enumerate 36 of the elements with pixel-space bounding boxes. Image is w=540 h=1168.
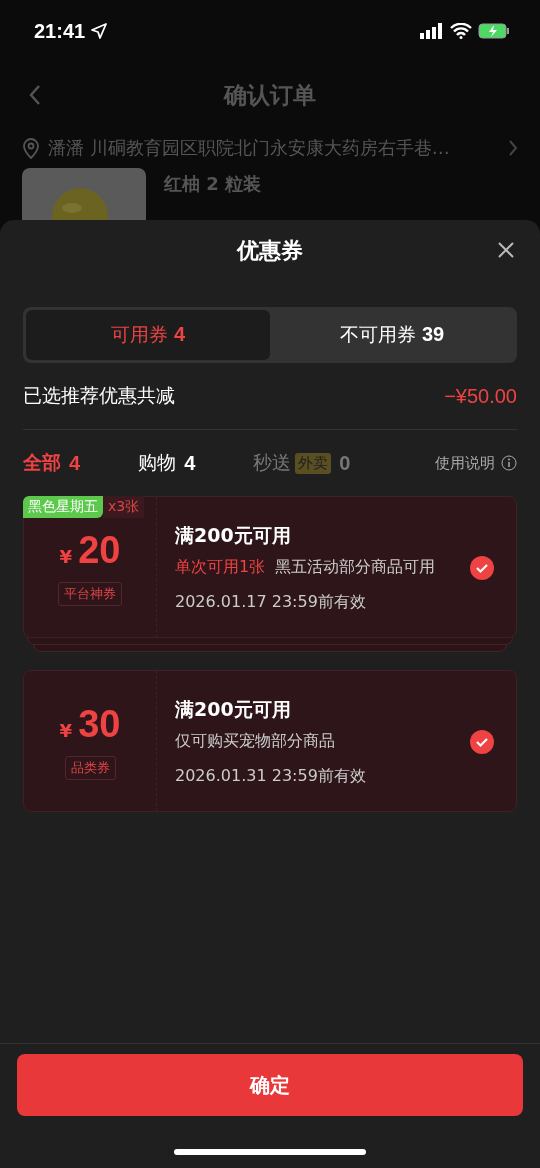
discount-label: 已选推荐优惠共减 (23, 383, 175, 408)
location-pin-icon (22, 137, 40, 159)
checkbox[interactable] (470, 730, 494, 754)
coupon-type: 品类券 (64, 755, 116, 780)
coupon-condition: 满200元可用 (175, 697, 292, 722)
coupon-card[interactable]: ¥30 品类券 满200元可用 仅可购买宠物部分商品 2026.01.31 23:59前有效 (23, 670, 517, 812)
help-link[interactable]: 使用说明 (435, 453, 517, 473)
expiry-date: 2026.01.31 23:59前有效 (175, 766, 367, 787)
page-title: 确认订单 (224, 80, 316, 110)
coupon-type: 平台神券 (58, 581, 122, 606)
battery-charging-icon (478, 23, 510, 39)
coupon-condition: 满200元可用 (175, 523, 292, 548)
expiry-date: 2026.01.17 23:59前有效 (175, 592, 367, 613)
discount-amount: −¥50.00 (444, 384, 517, 408)
signal-icon (420, 23, 444, 39)
sheet-title: 优惠券 (237, 237, 303, 265)
confirm-button[interactable]: 确定 (17, 1054, 523, 1116)
filter-tab[interactable]: 全部 4 (23, 450, 81, 476)
usage-limit: 单次可用1张 (175, 557, 266, 578)
coupon-amount: ¥30 (59, 702, 121, 746)
segment-tab[interactable]: 不可用券 39 (270, 310, 514, 360)
coupon-note: 仅可购买宠物部分商品 (175, 731, 335, 752)
product-name: 红柚 2 粒装 (164, 172, 262, 196)
coupon-amount: ¥20 (59, 528, 121, 572)
quantity-tag: x3张 (103, 496, 145, 518)
coupon-card[interactable]: 黑色星期五 x3张 ¥20 平台神券 满200元可用 单次可用1张 黑五活动部分商品可用 2026.01.17 23:59前有效 (23, 496, 517, 638)
promo-tag: 黑色星期五 (23, 496, 103, 518)
status-time: 21:41 (34, 19, 86, 43)
wifi-icon (450, 23, 472, 39)
location-arrow-icon (91, 23, 108, 39)
coupon-note: 黑五活动部分商品可用 (275, 557, 436, 578)
filter-tab[interactable]: 购物 4 (138, 450, 196, 476)
checkbox[interactable] (470, 556, 494, 580)
back-icon[interactable] (28, 84, 42, 106)
segment-tab[interactable]: 可用券 4 (26, 310, 270, 360)
info-icon[interactable] (501, 455, 517, 471)
